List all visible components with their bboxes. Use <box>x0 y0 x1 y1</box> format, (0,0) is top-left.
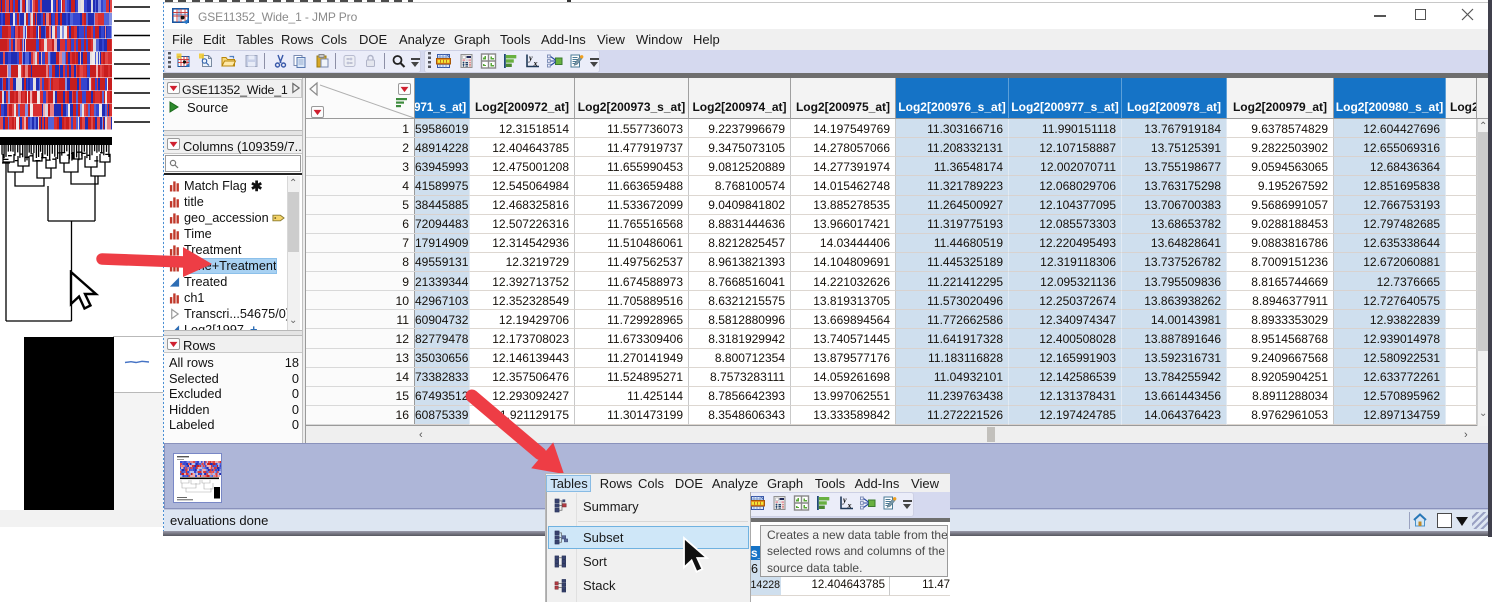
svg-text:x: x <box>847 501 852 510</box>
svg-text:x: x <box>533 59 538 68</box>
svg-text:y: y <box>528 54 533 63</box>
svg-text:y: y <box>842 496 847 505</box>
